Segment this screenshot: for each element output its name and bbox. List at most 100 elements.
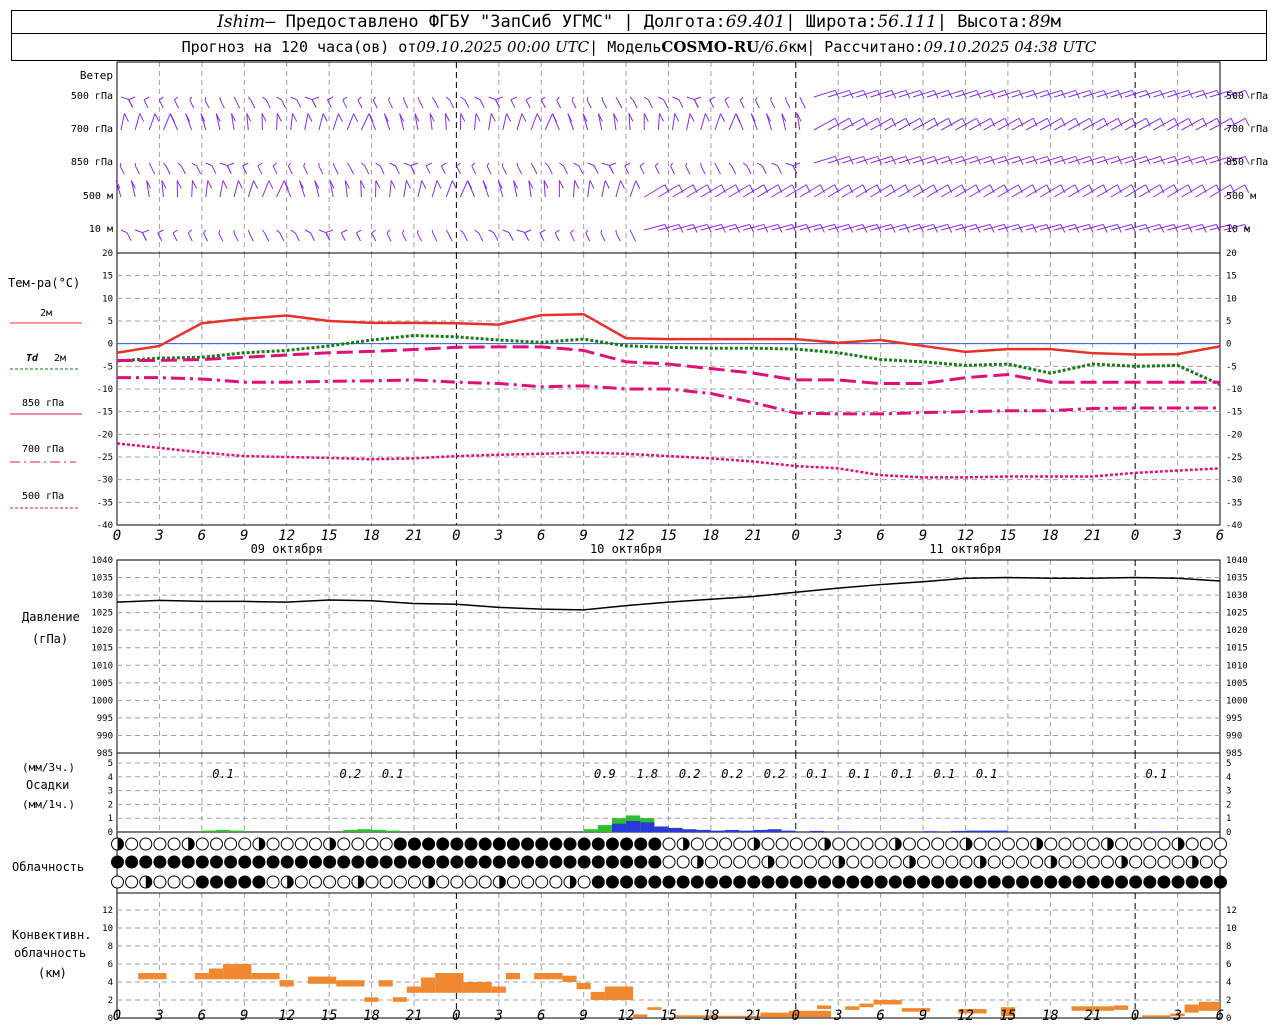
precip-bar-blue	[965, 830, 980, 832]
cloud-cover-icon	[266, 855, 280, 869]
temp-tick-label-right: -40	[1226, 521, 1242, 531]
date-label: 10 октября	[590, 542, 662, 556]
wind-barb	[388, 96, 391, 101]
wind-barb	[332, 162, 335, 167]
wind-barb-feather	[196, 165, 202, 175]
cloud-cover-icon	[1157, 855, 1171, 869]
wind-barb	[510, 96, 518, 101]
wind-barb	[276, 113, 278, 131]
conv-tick-label-right: 8	[1226, 942, 1231, 952]
precip-bar-green	[201, 830, 216, 832]
wind-barb-feather	[792, 165, 798, 174]
cloud-cover-icon	[167, 875, 181, 889]
cloud-cover-icon	[1072, 875, 1086, 889]
wind-barb	[516, 113, 523, 131]
wind-barb-feather	[547, 165, 553, 175]
precip-tick-label: 5	[108, 759, 113, 769]
conv-tick-label: 2	[108, 996, 113, 1006]
cloud-cover-icon	[733, 875, 747, 889]
cloud-cover-icon	[733, 837, 747, 851]
cloud-cover-icon	[521, 875, 535, 889]
cloud-cover-icon	[422, 855, 436, 869]
hour-tick-label: 6	[1216, 528, 1224, 544]
wind-barb-feather	[785, 99, 791, 109]
wind-barb	[247, 96, 252, 101]
wind-barb-feather	[586, 99, 592, 109]
cloud-cover-half	[965, 838, 972, 850]
wind-barb-feather	[490, 113, 496, 122]
wind-barb	[770, 96, 772, 101]
wind-barb-feather	[403, 99, 409, 109]
cloud-cover-icon	[634, 837, 648, 851]
pressure-tick-label-right: 990	[1226, 731, 1242, 741]
cloud-cover-icon	[1001, 855, 1015, 869]
hour-tick-label-bottom: 15	[321, 1008, 338, 1024]
wind-barb	[474, 113, 477, 131]
conv-cloud-bar	[491, 986, 506, 993]
cloud-cover-icon	[931, 875, 945, 889]
wind-barb-feather	[659, 113, 664, 122]
wind-barb-feather	[143, 99, 149, 109]
wind-barb-feather	[456, 165, 462, 175]
wind-barb-feather	[192, 180, 197, 189]
cloud-cover-icon	[775, 875, 789, 889]
wind-barb	[757, 162, 763, 167]
cloud-cover-half	[683, 838, 690, 850]
cloud-cover-icon	[888, 875, 902, 889]
hour-tick-label: 6	[537, 528, 545, 544]
cloud-cover-icon	[280, 837, 294, 851]
wind-barb	[488, 113, 492, 131]
legend-td-level: 2м	[54, 353, 66, 364]
cloud-cover-icon	[379, 875, 393, 889]
cloud-cover-half	[1121, 856, 1128, 868]
wind-barb-feather	[364, 165, 370, 175]
cloud-cover-icon	[662, 875, 676, 889]
wind-barb-feather	[709, 99, 715, 109]
wind-barb	[120, 229, 128, 234]
hour-tick-label: 0	[792, 528, 800, 544]
cloud-cover-icon	[450, 875, 464, 889]
cloud-cover-icon	[1100, 855, 1114, 869]
conv-tick-label: 12	[102, 906, 113, 916]
wind-barb-feather	[142, 232, 147, 241]
pressure-tick-label: 1035	[91, 574, 113, 584]
cloud-cover-icon	[549, 875, 563, 889]
cloud-cover-icon	[125, 875, 139, 889]
cloud-cover-icon	[747, 855, 761, 869]
temp-tick-label: -15	[97, 408, 113, 418]
cloud-cover-icon	[591, 837, 605, 851]
precip-bar-green	[343, 829, 358, 832]
cloud-cover-icon	[846, 855, 860, 869]
cloud-cover-icon	[111, 855, 124, 869]
wind-barb	[544, 113, 553, 131]
wind-barb	[327, 96, 334, 101]
temp-tick-label: -30	[97, 476, 113, 486]
precip-bar-blue	[725, 829, 740, 832]
conv-cloud-bar	[760, 1012, 789, 1018]
precip-unit-3h: (мм/3ч.)	[22, 761, 75, 774]
cloud-cover-icon	[167, 855, 181, 869]
pressure-tick-label: 1040	[91, 556, 113, 566]
cloud-cover-icon	[931, 837, 945, 851]
wind-barb-feather	[556, 99, 562, 109]
wind-barb-feather	[264, 232, 270, 242]
conv-cloud-bar	[223, 964, 252, 980]
temp-tick-label-right: -15	[1226, 408, 1242, 418]
wind-barb	[272, 162, 277, 167]
wind-barb-feather	[539, 232, 545, 242]
wind-barb	[389, 162, 396, 167]
conv-tick-label-right: 10	[1226, 924, 1237, 934]
wind-barb-feather	[486, 165, 492, 175]
wind-barb	[120, 96, 129, 100]
conv-cloud-bar	[364, 997, 379, 1002]
precip-3h-label: 0.1	[933, 767, 955, 781]
wind-barb-feather	[674, 113, 680, 122]
wind-barb-feather	[248, 232, 254, 242]
cloud-cover-icon	[1199, 875, 1213, 889]
wind-barb	[304, 229, 311, 234]
precip-bar-blue	[640, 822, 655, 832]
date-label: 11 октября	[929, 542, 1001, 556]
wind-level-label-right: 700 гПа	[1226, 124, 1268, 135]
wind-barb	[304, 113, 309, 131]
cloud-cover-icon	[535, 855, 549, 869]
